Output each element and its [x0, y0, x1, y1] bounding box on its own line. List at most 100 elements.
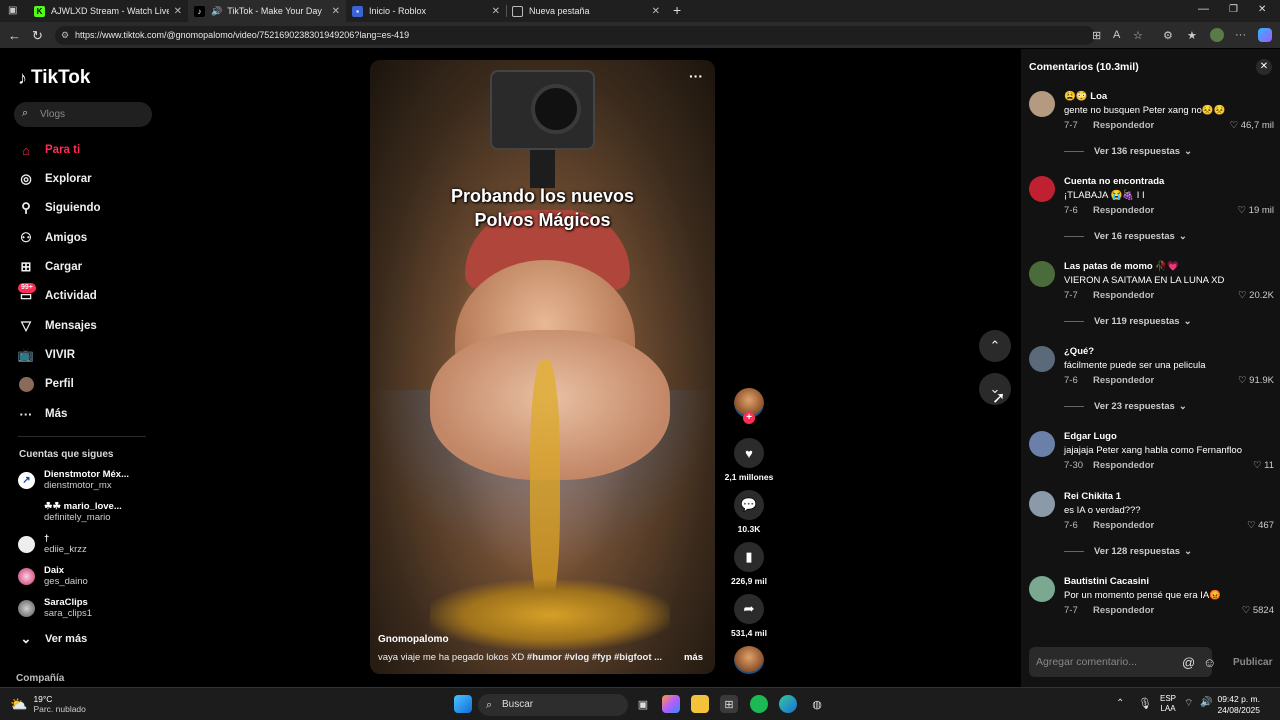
comment-like-button[interactable]: ♡ 11: [1253, 460, 1274, 471]
microphone-icon[interactable]: 🎙: [1138, 697, 1152, 710]
app-available-icon[interactable]: ⊞: [1092, 29, 1101, 42]
back-button[interactable]: ←: [8, 28, 21, 43]
company-link[interactable]: Compañía: [16, 673, 64, 684]
nav-para-ti[interactable]: ⌂ Para ti: [18, 141, 80, 159]
reply-button[interactable]: Respondedor: [1093, 605, 1154, 616]
following-item[interactable]: Daix ges_daino: [18, 565, 88, 587]
close-tab-icon[interactable]: ✕: [332, 6, 340, 17]
minimize-button[interactable]: —: [1198, 3, 1209, 15]
new-tab-button[interactable]: +: [673, 2, 681, 18]
share-action[interactable]: ➦ 531,4 mil: [731, 594, 767, 638]
bookmark-icon[interactable]: ▮: [734, 542, 764, 572]
view-replies-button[interactable]: Ver 16 respuestas ⌄: [1064, 231, 1187, 242]
copilot-app-icon[interactable]: [662, 695, 680, 713]
browser-menu-icon[interactable]: ···: [1235, 29, 1246, 41]
close-tab-icon[interactable]: ✕: [492, 6, 500, 17]
comment-action[interactable]: 💬 10.3K: [733, 490, 765, 534]
close-window-button[interactable]: ✕: [1258, 4, 1266, 15]
comment-like-button[interactable]: ♡ 19 mil: [1237, 205, 1274, 216]
url-field[interactable]: ⚙ https://www.tiktok.com/@gnomopalomo/vi…: [55, 26, 1095, 45]
see-more-button[interactable]: ⌄ Ver más: [18, 630, 88, 648]
comment-username[interactable]: Cuenta no encontrada: [1064, 176, 1164, 187]
video-more-icon[interactable]: ···: [689, 68, 703, 84]
save-action[interactable]: ▮ 226,9 mil: [731, 542, 767, 586]
comment-like-button[interactable]: ♡ 46,7 mil: [1230, 120, 1274, 131]
comment-username[interactable]: 😩😳 Loa: [1064, 91, 1107, 102]
wifi-icon[interactable]: ⌔: [1184, 697, 1193, 710]
like-action[interactable]: ♥ 2,1 millones: [725, 438, 773, 482]
close-comments-button[interactable]: ✕: [1256, 59, 1272, 75]
mention-icon[interactable]: @: [1182, 655, 1195, 670]
nav-vivir[interactable]: 📺 VIVIR: [18, 346, 75, 364]
clock[interactable]: 09:42 p. m. 24/08/2025: [1217, 694, 1260, 716]
file-explorer-icon[interactable]: [691, 695, 709, 713]
reply-button[interactable]: Respondedor: [1093, 460, 1154, 471]
app-icon[interactable]: ◍: [808, 695, 826, 713]
comment-like-button[interactable]: ♡ 5824: [1242, 605, 1274, 616]
task-view-icon[interactable]: ▣: [634, 695, 652, 713]
comment-icon[interactable]: 💬: [734, 490, 764, 520]
nav-siguiendo[interactable]: ⚲ Siguiendo: [18, 199, 100, 217]
spotify-icon[interactable]: [750, 695, 768, 713]
music-disc-avatar[interactable]: [734, 646, 764, 674]
nav-perfil[interactable]: Perfil: [18, 375, 74, 393]
following-item[interactable]: ↗ Dienstmotor Méx... dienstmotor_mx: [18, 469, 129, 491]
close-tab-icon[interactable]: ✕: [174, 6, 182, 17]
caption-more-button[interactable]: más: [684, 652, 703, 663]
view-replies-button[interactable]: Ver 119 respuestas ⌄: [1064, 316, 1192, 327]
comment-username[interactable]: Bautistini Cacasini: [1064, 576, 1149, 587]
favorites-icon[interactable]: ★: [1187, 29, 1197, 42]
comment-avatar[interactable]: [1029, 576, 1055, 602]
edge-icon[interactable]: [779, 695, 797, 713]
nav-explorar[interactable]: ◎ Explorar: [18, 170, 91, 188]
comment-avatar[interactable]: [1029, 91, 1055, 117]
view-replies-button[interactable]: Ver 128 respuestas ⌄: [1064, 546, 1192, 557]
comment-like-button[interactable]: ♡ 91.9K: [1238, 375, 1274, 386]
window-menu-icon[interactable]: ▣: [8, 5, 17, 16]
follow-plus-button[interactable]: +: [743, 412, 755, 424]
search-input[interactable]: ⌕ Vlogs: [14, 102, 152, 127]
comment-avatar[interactable]: [1029, 176, 1055, 202]
tray-chevron-up-icon[interactable]: ⌃: [1116, 698, 1124, 709]
share-icon[interactable]: ➦: [734, 594, 764, 624]
tab-roblox[interactable]: ▪ Inicio - Roblox ✕: [346, 0, 506, 22]
reply-button[interactable]: Respondedor: [1093, 120, 1154, 131]
start-windows-icon[interactable]: [454, 695, 472, 713]
comment-like-button[interactable]: ♡ 467: [1247, 520, 1274, 531]
extensions-icon[interactable]: ⚙: [1163, 29, 1173, 42]
following-item[interactable]: ☘☘ mario_love... definitely_mario: [18, 501, 122, 523]
comment-username[interactable]: ¿Qué?: [1064, 346, 1094, 357]
reply-button[interactable]: Respondedor: [1093, 290, 1154, 301]
comment-username[interactable]: Edgar Lugo: [1064, 431, 1117, 442]
close-tab-icon[interactable]: ✕: [652, 6, 660, 17]
reply-button[interactable]: Respondedor: [1093, 375, 1154, 386]
comment-like-button[interactable]: ♡ 20.2K: [1238, 290, 1274, 301]
previous-video-button[interactable]: ⌃: [979, 330, 1011, 362]
taskbar-search[interactable]: ⌕ Buscar: [478, 694, 628, 716]
heart-icon[interactable]: ♥: [734, 438, 764, 468]
comment-username[interactable]: Las patas de momo 🥀💗: [1064, 261, 1179, 272]
profile-avatar[interactable]: [1210, 28, 1224, 42]
nav-cargar[interactable]: ⊞ Cargar: [18, 258, 83, 276]
caption-hashtags[interactable]: #humor #vlog #fyp #bigfoot ...: [527, 652, 662, 663]
weather-widget[interactable]: ⛅ 19°C Parc. nublado: [10, 694, 86, 714]
comment-avatar[interactable]: [1029, 261, 1055, 287]
publish-button[interactable]: Publicar: [1233, 657, 1272, 668]
language-indicator[interactable]: ESP LAA: [1160, 694, 1176, 714]
following-item[interactable]: † ediie_krzz: [18, 533, 87, 555]
comment-avatar[interactable]: [1029, 346, 1055, 372]
tab-tiktok[interactable]: ♪ 🔊 TikTok - Make Your Day ✕: [188, 0, 346, 22]
comment-avatar[interactable]: [1029, 491, 1055, 517]
store-icon[interactable]: ⊞: [720, 695, 738, 713]
speaker-icon[interactable]: 🔊: [211, 6, 222, 17]
nav-actividad[interactable]: ▭ Actividad 99+: [18, 283, 97, 305]
video-player[interactable]: ··· Probando los nuevos Polvos Mágicos G…: [370, 60, 715, 674]
video-author[interactable]: Gnomopalomo: [378, 634, 449, 645]
nav-mensajes[interactable]: ▽ Mensajes: [18, 317, 97, 335]
comment-username[interactable]: Rei Chikita 1: [1064, 491, 1121, 502]
comment-avatar[interactable]: [1029, 431, 1055, 457]
view-replies-button[interactable]: Ver 23 respuestas ⌄: [1064, 401, 1187, 412]
reload-button[interactable]: ↻: [32, 28, 43, 44]
reply-button[interactable]: Respondedor: [1093, 520, 1154, 531]
view-replies-button[interactable]: Ver 136 respuestas ⌄: [1064, 146, 1192, 157]
